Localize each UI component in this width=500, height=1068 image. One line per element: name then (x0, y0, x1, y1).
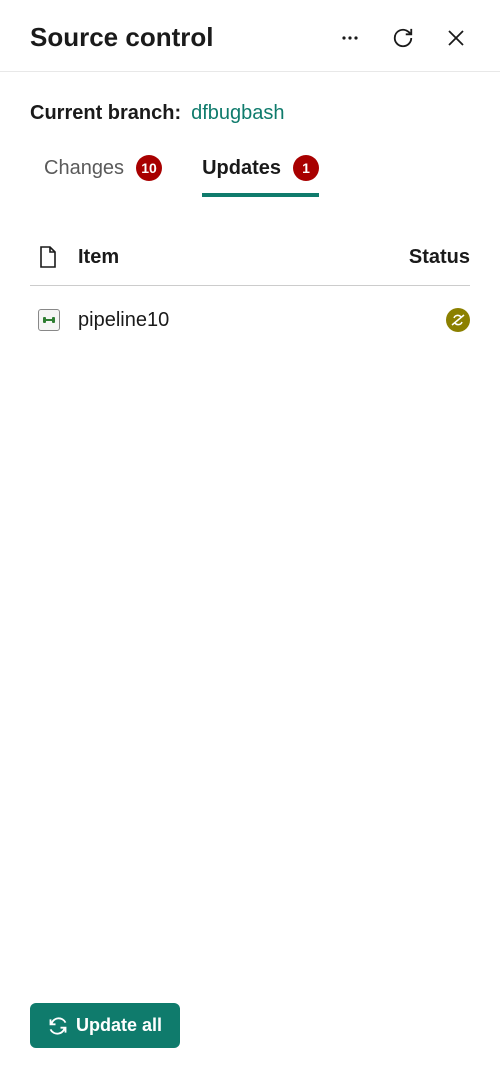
tabs: Changes 10 Updates 1 (0, 125, 500, 197)
tab-changes-label: Changes (44, 157, 124, 180)
footer: Update all (30, 1003, 180, 1048)
tab-changes[interactable]: Changes 10 (44, 155, 162, 197)
status-cell (390, 308, 470, 332)
update-all-button[interactable]: Update all (30, 1003, 180, 1048)
item-type-icon-cell (38, 309, 78, 331)
branch-label: Current branch: (30, 102, 181, 125)
tab-updates-label: Updates (202, 157, 281, 180)
updates-count-badge: 1 (293, 155, 319, 181)
close-button[interactable] (442, 24, 470, 52)
update-all-label: Update all (76, 1015, 162, 1036)
sync-required-icon (446, 308, 470, 332)
page-title: Source control (30, 22, 213, 53)
items-table: Item Status pipeline10 (0, 197, 500, 354)
item-name: pipeline10 (78, 309, 390, 332)
item-column-header: Item (78, 246, 390, 269)
sync-icon (48, 1016, 68, 1036)
refresh-icon (392, 27, 414, 49)
changes-count-badge: 10 (136, 155, 162, 181)
close-icon (446, 28, 466, 48)
status-column-header: Status (390, 246, 470, 269)
file-icon (38, 245, 58, 269)
more-options-button[interactable] (336, 24, 364, 52)
panel-header: Source control (0, 0, 500, 72)
tab-updates[interactable]: Updates 1 (202, 155, 319, 197)
file-icon-header (38, 245, 78, 269)
branch-name[interactable]: dfbugbash (191, 102, 284, 125)
branch-row: Current branch: dfbugbash (0, 72, 500, 125)
table-row[interactable]: pipeline10 (30, 286, 470, 354)
header-actions (336, 23, 470, 53)
pipeline-icon (38, 309, 60, 331)
table-header: Item Status (30, 237, 470, 286)
refresh-button[interactable] (388, 23, 418, 53)
ellipsis-icon (340, 28, 360, 48)
